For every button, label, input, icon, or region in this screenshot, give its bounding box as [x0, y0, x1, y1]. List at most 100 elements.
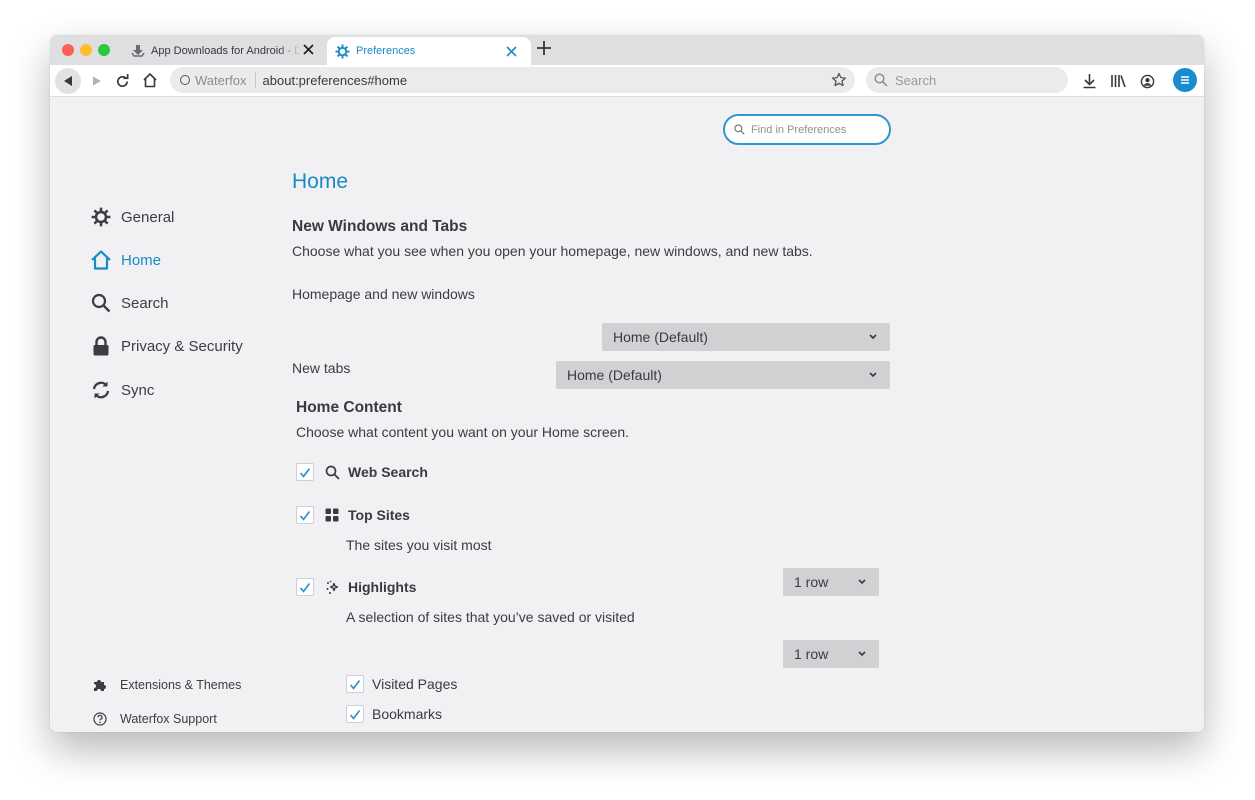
- sidebar-item-general[interactable]: General: [90, 206, 174, 228]
- homepage-label: Homepage and new windows: [292, 286, 475, 302]
- web-search-option: Web Search: [296, 463, 428, 481]
- sidebar-item-label: Search: [121, 294, 169, 312]
- tab-app-downloads[interactable]: App Downloads for Android - Download: [126, 37, 326, 65]
- search-bar[interactable]: Search: [866, 67, 1068, 93]
- highlights-sparkle-icon: [324, 579, 340, 595]
- search-icon: [324, 464, 340, 480]
- web-search-checkbox[interactable]: [296, 463, 314, 481]
- extensions-themes-link[interactable]: Extensions & Themes: [92, 677, 241, 693]
- bookmarks-label: Bookmarks: [372, 706, 443, 722]
- forward-button[interactable]: [90, 74, 104, 88]
- new-windows-description: Choose what you see when you open your h…: [292, 243, 813, 259]
- top-sites-checkbox[interactable]: [296, 506, 314, 524]
- visited-pages-label: Visited Pages: [372, 676, 458, 692]
- chevron-down-icon: [868, 370, 878, 380]
- page-title: Home: [292, 170, 349, 193]
- home-content-heading: Home Content: [296, 399, 402, 416]
- maximize-window-button[interactable]: [98, 44, 110, 56]
- url-bar[interactable]: Waterfox about:preferences#home: [170, 67, 855, 93]
- browser-window: App Downloads for Android - Download Pre…: [50, 35, 1204, 732]
- sidebar-item-sync[interactable]: Sync: [90, 379, 154, 401]
- library-button[interactable]: [1109, 73, 1127, 89]
- sync-icon: [90, 379, 112, 401]
- top-sites-description: The sites you visit most: [346, 537, 492, 553]
- highlights-checkbox[interactable]: [296, 578, 314, 596]
- homepage-select[interactable]: Home (Default): [602, 323, 890, 351]
- visited-pages-option: Visited Pages: [346, 675, 457, 693]
- search-icon: [874, 73, 888, 87]
- new-tab-button[interactable]: [537, 39, 551, 59]
- top-sites-label: Top Sites: [348, 507, 410, 523]
- new-tabs-select-value: Home (Default): [567, 367, 662, 383]
- tab-preferences[interactable]: Preferences: [327, 37, 531, 65]
- find-placeholder: Find in Preferences: [751, 123, 847, 136]
- download-icon: [1083, 74, 1095, 89]
- back-arrow-icon: [64, 76, 72, 86]
- lock-icon: [90, 335, 112, 357]
- gear-icon: [90, 206, 112, 228]
- identity-icon: [180, 75, 190, 85]
- account-icon: [1140, 74, 1154, 88]
- waterfox-support-label: Waterfox Support: [120, 712, 217, 726]
- hamburger-menu-icon: [1181, 76, 1189, 84]
- top-sites-rows-value: 1 row: [794, 574, 829, 590]
- tab-title: App Downloads for Android - Download: [151, 45, 301, 57]
- tab-strip: App Downloads for Android - Download Pre…: [50, 35, 1204, 65]
- home-content-description: Choose what content you want on your Hom…: [296, 424, 630, 440]
- sidebar-item-label: Sync: [121, 381, 155, 399]
- library-icon: [1111, 75, 1126, 88]
- search-icon: [90, 292, 112, 314]
- bookmarks-checkbox[interactable]: [346, 705, 364, 723]
- home-icon: [143, 73, 157, 88]
- home-icon: [90, 249, 112, 271]
- sidebar-item-label: Privacy & Security: [121, 337, 243, 355]
- highlights-label: Highlights: [348, 579, 417, 595]
- sidebar-item-privacy-security[interactable]: Privacy & Security: [90, 335, 243, 357]
- extensions-themes-label: Extensions & Themes: [120, 678, 242, 692]
- find-in-preferences-input[interactable]: Find in Preferences: [723, 114, 891, 145]
- sidebar-item-label: General: [121, 208, 175, 226]
- app-menu-button[interactable]: [1173, 68, 1197, 92]
- url-text[interactable]: about:preferences#home: [256, 73, 408, 88]
- bookmarks-option: Bookmarks: [346, 705, 442, 723]
- account-button[interactable]: [1139, 73, 1155, 89]
- forward-arrow-icon: [93, 76, 101, 86]
- homepage-select-value: Home (Default): [613, 329, 708, 345]
- top-sites-option: Top Sites: [296, 506, 410, 524]
- site-identity[interactable]: Waterfox: [170, 72, 256, 88]
- new-tabs-select[interactable]: Home (Default): [556, 361, 890, 389]
- chevron-down-icon: [857, 577, 867, 587]
- navigation-toolbar: Waterfox about:preferences#home Search: [50, 65, 1204, 97]
- search-icon: [734, 124, 745, 135]
- minimize-window-button[interactable]: [80, 44, 92, 56]
- sidebar-item-search[interactable]: Search: [90, 292, 169, 314]
- waterfox-support-link[interactable]: Waterfox Support: [92, 711, 217, 727]
- identity-label: Waterfox: [195, 72, 247, 88]
- tab-title: Preferences: [356, 45, 416, 57]
- highlights-option: Highlights: [296, 578, 416, 596]
- preferences-page: Find in Preferences General Home Search: [50, 98, 1204, 732]
- reload-button[interactable]: [114, 73, 130, 89]
- search-placeholder: Search: [895, 72, 937, 88]
- bookmark-star-icon[interactable]: [831, 72, 847, 88]
- gear-icon: [335, 43, 350, 59]
- close-tab-icon[interactable]: [303, 43, 314, 58]
- download-favicon-icon: [131, 44, 145, 58]
- close-tab-icon[interactable]: [506, 45, 517, 60]
- puzzle-icon: [92, 677, 108, 693]
- downloads-button[interactable]: [1081, 73, 1097, 89]
- sidebar-item-home[interactable]: Home: [90, 249, 161, 271]
- new-tabs-label: New tabs: [292, 360, 351, 376]
- reload-icon: [116, 73, 128, 87]
- top-sites-grid-icon: [324, 507, 340, 523]
- highlights-rows-select[interactable]: 1 row: [783, 640, 879, 668]
- highlights-description: A selection of sites that you’ve saved o…: [346, 609, 635, 625]
- home-button[interactable]: [142, 72, 158, 88]
- back-button[interactable]: [55, 68, 81, 94]
- sidebar-item-label: Home: [121, 251, 162, 269]
- top-sites-rows-select[interactable]: 1 row: [783, 568, 879, 596]
- chevron-down-icon: [857, 649, 867, 659]
- visited-pages-checkbox[interactable]: [346, 675, 364, 693]
- close-window-button[interactable]: [62, 44, 74, 56]
- help-icon: [92, 711, 108, 727]
